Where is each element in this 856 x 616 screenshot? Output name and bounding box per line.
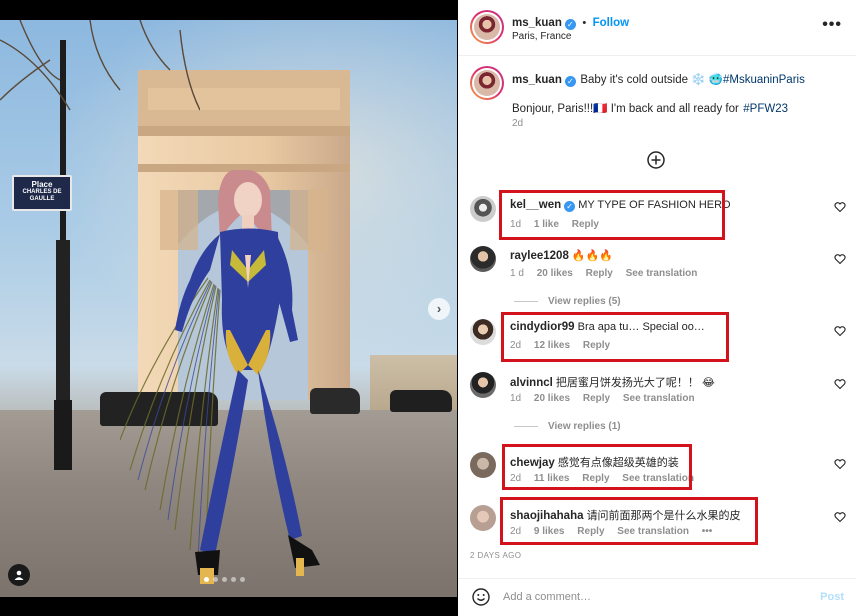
user-icon <box>14 570 24 580</box>
view-replies-button[interactable]: View replies (5) <box>514 296 621 307</box>
carousel-dot <box>204 577 209 582</box>
emoji-icon[interactable] <box>472 588 490 606</box>
load-more-comments-icon[interactable] <box>647 151 665 169</box>
heart-icon[interactable] <box>834 201 846 213</box>
caption-time: 2d <box>512 118 524 129</box>
separator: • <box>582 17 587 29</box>
posted-time: 2 DAYS AGO <box>470 551 522 560</box>
comment-avatar[interactable] <box>470 452 496 478</box>
reply-button[interactable]: Reply <box>586 268 613 279</box>
carousel-dot <box>231 577 236 582</box>
comment-item: alvinncl 把居蜜月饼发扬光大了呢！！ 😂 1d 20 likes Rep… <box>458 372 856 412</box>
highlight-box <box>501 312 729 362</box>
comment-item: raylee1208 🔥🔥🔥 1 d 20 likes Reply See tr… <box>458 246 856 286</box>
person-figure <box>120 170 320 584</box>
verified-badge-icon: ✓ <box>564 76 576 87</box>
author-username[interactable]: ms_kuan <box>512 17 562 29</box>
heart-icon[interactable] <box>834 325 846 337</box>
carousel-dot <box>240 577 245 582</box>
tree-branches <box>0 20 200 111</box>
post-photo[interactable]: Place CHARLES DE GAULLE › <box>0 20 457 597</box>
highlight-box <box>502 444 692 490</box>
comment-avatar[interactable] <box>470 196 496 222</box>
street-sign: Place CHARLES DE GAULLE <box>12 175 72 211</box>
caption-line2: Bonjour, Paris!!!🇫🇷 I'm back and all rea… <box>512 99 842 117</box>
comment-likes[interactable]: 20 likes <box>534 393 570 404</box>
verified-badge-icon: ✓ <box>564 19 576 30</box>
comment-avatar[interactable] <box>470 505 496 531</box>
comment-time: 1 d <box>510 268 524 279</box>
heart-icon[interactable] <box>834 253 846 265</box>
post-details-panel: ms_kuan ✓ • Follow Paris, France ••• ms_k… <box>458 0 856 616</box>
highlight-box <box>499 190 725 240</box>
caption-hashtag[interactable]: #MskuaninParis <box>723 74 805 86</box>
comment-time: 1d <box>510 393 522 404</box>
comment-username[interactable]: alvinncl <box>510 377 553 389</box>
author-avatar[interactable] <box>470 10 504 44</box>
caption-avatar[interactable] <box>470 66 504 100</box>
carousel-dot <box>213 577 218 582</box>
heart-icon[interactable] <box>834 378 846 390</box>
see-translation-button[interactable]: See translation <box>623 393 695 404</box>
caption-username[interactable]: ms_kuan <box>512 74 562 86</box>
more-options-icon[interactable]: ••• <box>822 16 842 34</box>
highlight-box <box>500 497 758 545</box>
comment-text: 🔥🔥🔥 <box>571 250 613 262</box>
comment-username[interactable]: raylee1208 <box>510 250 569 262</box>
comment-text: 把居蜜月饼发扬光大了呢！！ 😂 <box>555 377 715 389</box>
heart-icon[interactable] <box>834 458 846 470</box>
comment-avatar[interactable] <box>470 372 496 398</box>
caption: ms_kuan ✓ Baby it's cold outside ❄️ 🥶#Msk… <box>512 70 842 88</box>
street-sign-line2: CHARLES DE GAULLE <box>22 189 62 202</box>
carousel-indicator <box>204 577 245 582</box>
comment-composer: Add a comment… Post <box>458 578 856 616</box>
heart-icon[interactable] <box>834 511 846 523</box>
follow-button[interactable]: Follow <box>593 17 629 29</box>
caption-text: Baby it's cold outside ❄️ 🥶 <box>580 74 724 86</box>
next-photo-button[interactable]: › <box>428 298 450 320</box>
comment-avatar[interactable] <box>470 246 496 272</box>
post-comment-button[interactable]: Post <box>820 591 844 603</box>
comment-avatar[interactable] <box>470 319 496 345</box>
reply-button[interactable]: Reply <box>583 393 610 404</box>
tagged-people-button[interactable] <box>8 564 30 586</box>
carousel-dot <box>222 577 227 582</box>
view-replies-button[interactable]: View replies (1) <box>514 421 621 432</box>
post-header: ms_kuan ✓ • Follow Paris, France ••• <box>458 0 856 56</box>
caption-line2-text: Bonjour, Paris!!!🇫🇷 I'm back and all rea… <box>512 103 739 115</box>
comment-likes[interactable]: 20 likes <box>537 268 573 279</box>
street-sign-line1: Place <box>31 180 53 189</box>
comment-input[interactable]: Add a comment… <box>503 591 591 603</box>
car <box>390 390 452 412</box>
caption-line2-hashtag[interactable]: #PFW23 <box>743 103 788 115</box>
see-translation-button[interactable]: See translation <box>626 268 698 279</box>
post-location[interactable]: Paris, France <box>512 31 571 42</box>
